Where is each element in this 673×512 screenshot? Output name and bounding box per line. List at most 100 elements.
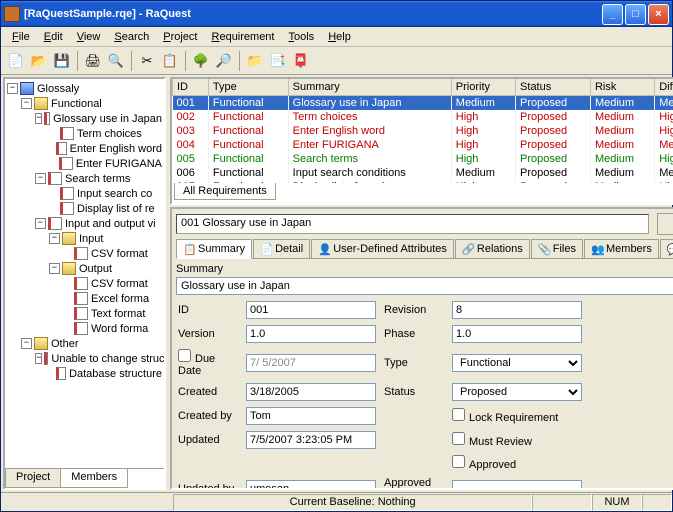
tree-item[interactable]: Excel forma bbox=[7, 291, 162, 306]
save-icon[interactable]: 💾 bbox=[51, 50, 73, 72]
tab-members[interactable]: 👥Members bbox=[584, 239, 659, 258]
table-row[interactable]: 005FunctionalSearch termsHighProposedMed… bbox=[173, 152, 673, 166]
table-row[interactable]: 003FunctionalEnter English wordHighPropo… bbox=[173, 124, 673, 138]
tree-item[interactable]: −Input bbox=[7, 231, 162, 246]
tree-item[interactable]: Input search co bbox=[7, 186, 162, 201]
col-difficulty[interactable]: Difficulty bbox=[655, 79, 673, 96]
table-row[interactable]: 004FunctionalEnter FURIGANAHighProposedM… bbox=[173, 138, 673, 152]
tab-files[interactable]: 📎Files bbox=[531, 239, 583, 258]
tab-comments[interactable]: 💬Comments bbox=[660, 239, 673, 258]
tree-item[interactable]: Enter English word bbox=[7, 141, 162, 156]
grid-body[interactable]: IDTypeSummaryPriorityStatusRiskDifficult… bbox=[172, 79, 673, 183]
phase-field[interactable] bbox=[452, 325, 582, 343]
id-field[interactable] bbox=[246, 301, 376, 319]
num-lock-status: NUM bbox=[592, 494, 642, 511]
menu-file[interactable]: File bbox=[5, 29, 37, 44]
find-icon[interactable]: 🔎 bbox=[213, 50, 235, 72]
tree-item[interactable]: Enter FURIGANA bbox=[7, 156, 162, 171]
createdby-field[interactable] bbox=[246, 407, 376, 425]
tab-all-requirements[interactable]: All Requirements bbox=[174, 183, 276, 200]
tree-item[interactable]: Text format bbox=[7, 306, 162, 321]
col-risk[interactable]: Risk bbox=[590, 79, 654, 96]
lock-check[interactable] bbox=[452, 408, 465, 421]
new-req-icon[interactable]: 📑 bbox=[267, 50, 289, 72]
col-id[interactable]: ID bbox=[173, 79, 209, 96]
col-status[interactable]: Status bbox=[516, 79, 591, 96]
app-icon bbox=[4, 6, 20, 22]
new-folder-icon[interactable]: 📁 bbox=[244, 50, 266, 72]
menu-tools[interactable]: Tools bbox=[282, 29, 322, 44]
table-row[interactable]: 006FunctionalInput search conditionsMedi… bbox=[173, 166, 673, 180]
update-button[interactable]: Update bbox=[657, 213, 673, 235]
copy-icon[interactable]: 📋 bbox=[159, 50, 181, 72]
tree-item[interactable]: −Unable to change struct bbox=[7, 351, 162, 366]
statusbar: Current Baseline: Nothing NUM bbox=[1, 492, 672, 511]
approved-label: Approved bbox=[452, 455, 582, 471]
tree-functional[interactable]: −Functional bbox=[7, 96, 162, 111]
cut-icon[interactable]: ✂ bbox=[136, 50, 158, 72]
version-label: Version bbox=[178, 328, 238, 340]
menu-edit[interactable]: Edit bbox=[37, 29, 70, 44]
status-select[interactable]: Proposed bbox=[452, 383, 582, 401]
tree-view-icon[interactable]: 🌳 bbox=[190, 50, 212, 72]
tree-item[interactable]: −Output bbox=[7, 261, 162, 276]
menu-project[interactable]: Project bbox=[156, 29, 204, 44]
approvedby-field[interactable] bbox=[452, 480, 582, 490]
col-summary[interactable]: Summary bbox=[288, 79, 451, 96]
tab-project[interactable]: Project bbox=[5, 469, 61, 488]
created-field[interactable] bbox=[246, 383, 376, 401]
requirements-tree[interactable]: −Glossaly−Functional−Glossary use in Jap… bbox=[5, 79, 164, 468]
relations-icon: 🔗 bbox=[462, 243, 474, 255]
minimize-button[interactable]: _ bbox=[602, 4, 623, 25]
updated-field[interactable] bbox=[246, 431, 376, 449]
tree-item[interactable]: −Input and output vi bbox=[7, 216, 162, 231]
tab-detail[interactable]: 📄Detail bbox=[253, 239, 310, 258]
tree-item[interactable]: CSV format bbox=[7, 246, 162, 261]
tab-summary[interactable]: 📋Summary bbox=[176, 239, 252, 259]
mustreview-label: Must Review bbox=[452, 432, 582, 448]
table-row[interactable]: 001FunctionalGlossary use in JapanMedium… bbox=[173, 96, 673, 111]
tree-item[interactable]: CSV format bbox=[7, 276, 162, 291]
something-icon[interactable]: 📮 bbox=[290, 50, 312, 72]
col-priority[interactable]: Priority bbox=[451, 79, 515, 96]
type-select[interactable]: Functional bbox=[452, 354, 582, 372]
summary-label: Summary bbox=[176, 263, 673, 275]
type-label: Type bbox=[384, 357, 444, 369]
tree-item[interactable]: −Glossary use in Japan bbox=[7, 111, 162, 126]
lock-label: Lock Requirement bbox=[452, 408, 582, 424]
createdby-label: Created by bbox=[178, 410, 238, 422]
version-field[interactable] bbox=[246, 325, 376, 343]
menu-requirement[interactable]: Requirement bbox=[205, 29, 282, 44]
print-icon[interactable]: 🖨 bbox=[82, 50, 104, 72]
tree-item[interactable]: Term choices bbox=[7, 126, 162, 141]
table-row[interactable]: 002FunctionalTerm choicesHighProposedMed… bbox=[173, 110, 673, 124]
updatedby-label: Updated by bbox=[178, 483, 238, 490]
revision-field[interactable] bbox=[452, 301, 582, 319]
approved-check[interactable] bbox=[452, 455, 465, 468]
table-row[interactable]: 007FunctionalDisplay list of resultsHigh… bbox=[173, 180, 673, 183]
tree-other[interactable]: −Other bbox=[7, 336, 162, 351]
mustreview-check[interactable] bbox=[452, 432, 465, 445]
tab-members[interactable]: Members bbox=[60, 469, 128, 488]
tree-item[interactable]: Word forma bbox=[7, 321, 162, 336]
col-type[interactable]: Type bbox=[208, 79, 288, 96]
maximize-button[interactable]: □ bbox=[625, 4, 646, 25]
duedate-field[interactable] bbox=[246, 354, 376, 372]
updatedby-field[interactable] bbox=[246, 480, 376, 490]
duedate-check[interactable] bbox=[178, 349, 191, 362]
menu-view[interactable]: View bbox=[70, 29, 108, 44]
tree-root[interactable]: −Glossaly bbox=[7, 81, 162, 96]
menu-help[interactable]: Help bbox=[321, 29, 358, 44]
tree-item[interactable]: Display list of re bbox=[7, 201, 162, 216]
new-icon[interactable]: 📄 bbox=[5, 50, 27, 72]
tab-relations[interactable]: 🔗Relations bbox=[455, 239, 530, 258]
close-button[interactable]: × bbox=[648, 4, 669, 25]
open-icon[interactable]: 📂 bbox=[28, 50, 50, 72]
status-label: Status bbox=[384, 386, 444, 398]
tab-uda[interactable]: 👤User-Defined Attributes bbox=[311, 239, 454, 258]
tree-item[interactable]: Database structure bbox=[7, 366, 162, 381]
tree-item[interactable]: −Search terms bbox=[7, 171, 162, 186]
summary-input[interactable] bbox=[176, 277, 673, 295]
preview-icon[interactable]: 🔍 bbox=[105, 50, 127, 72]
menu-search[interactable]: Search bbox=[107, 29, 156, 44]
